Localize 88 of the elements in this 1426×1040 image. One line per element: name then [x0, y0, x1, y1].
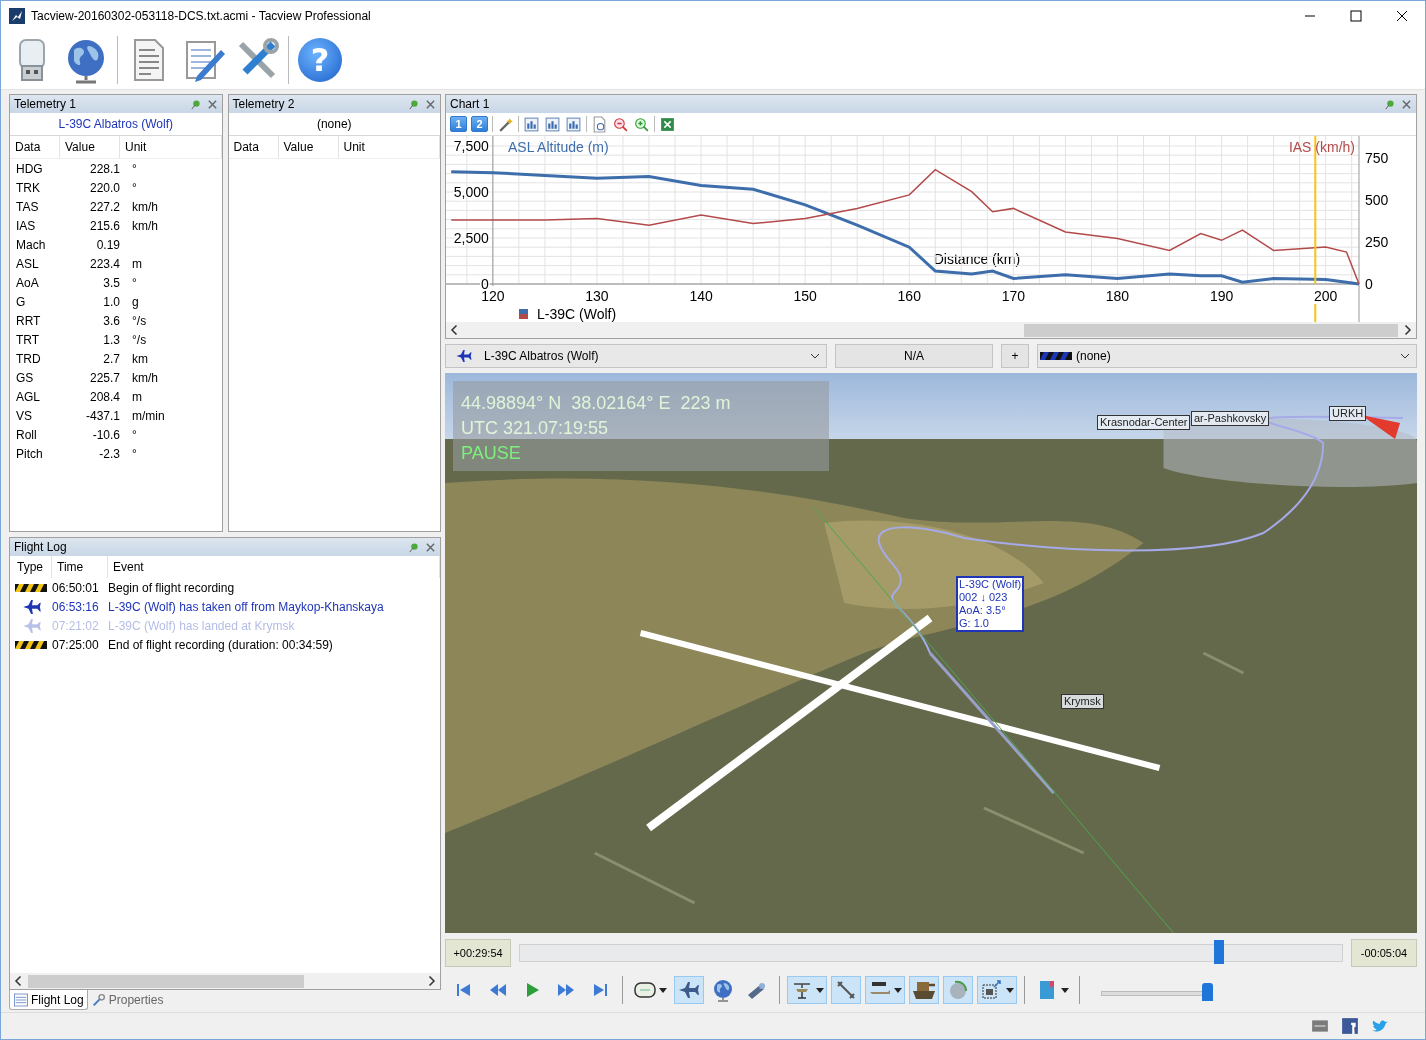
remaining-time: -00:05:04	[1351, 939, 1417, 967]
table-cell-text: °	[131, 275, 138, 290]
table-cell-text: 3.6	[102, 313, 120, 328]
panel-title: Flight Log	[14, 540, 68, 554]
table-cell-text: m/min	[131, 408, 166, 423]
table-cell-text: 220.0	[88, 180, 120, 195]
table-cell-text: km/h	[131, 218, 159, 233]
elapsed-time: +00:29:54	[445, 939, 511, 967]
y-tick-label: 0	[1365, 276, 1373, 292]
table-cell-text: Pitch	[15, 446, 44, 461]
table-cell-text: °/s	[131, 332, 148, 347]
table-cell-text: 225.7	[88, 370, 120, 385]
playback-status: PAUSE	[461, 442, 522, 465]
log-time: 06:53:16	[52, 599, 100, 614]
x-tick-label: 160	[897, 288, 921, 304]
table-cell-text: ASL	[15, 256, 40, 271]
y-tick-label: 7,500	[453, 138, 489, 154]
table-cell-text: g	[131, 294, 140, 309]
table-cell-text: km/h	[131, 370, 159, 385]
table-cell-text: -2.3	[98, 446, 120, 461]
table-cell-text: TRK	[15, 180, 41, 195]
table-cell-text: 1.3	[102, 332, 120, 347]
label-line: AoA: 3.5°	[959, 604, 1007, 617]
table-cell-text: m	[131, 256, 143, 271]
panel-title: Telemetry 1	[14, 97, 78, 111]
info-text: 44.98894° N 38.02164° E 223 m	[461, 392, 732, 415]
y-tick-label: 5,000	[453, 184, 489, 200]
axis-title: IAS (km/h)	[1288, 139, 1355, 155]
table-cell-text: RRT	[15, 313, 42, 328]
table-cell-text: °	[131, 161, 138, 176]
panel-title: Telemetry 2	[232, 97, 296, 111]
table-cell-text: km/h	[131, 199, 159, 214]
log-event: End of flight recording (duration: 00:34:59)	[108, 637, 334, 652]
table-cell-text: 1.0	[102, 294, 120, 309]
table-cell-text: AGL	[15, 389, 41, 404]
table-cell-text: 2.7	[102, 351, 120, 366]
table-cell-text: °	[131, 446, 138, 461]
x-tick-label: 140	[689, 288, 713, 304]
table-cell-text: m	[131, 389, 143, 404]
x-tick-label: 150	[793, 288, 817, 304]
x-tick-label: 190	[1209, 288, 1234, 304]
table-cell-text: °	[131, 180, 138, 195]
table-cell-text: °	[131, 427, 138, 442]
table-cell-text: 227.2	[88, 199, 120, 214]
x-tick-label: 200	[1314, 288, 1338, 304]
window-title: Tacview-20160302-053118-DCS.txt.acmi - Tacview Professional	[31, 9, 372, 23]
log-event: L-39C (Wolf) has landed at Krymsk	[108, 618, 296, 633]
y-tick-label: 250	[1365, 234, 1389, 250]
y-tick-label: 750	[1365, 149, 1389, 166]
table-cell-text: 208.4	[88, 389, 120, 404]
y-tick-label: 2,500	[453, 230, 489, 246]
table-cell-text: 215.6	[88, 218, 120, 233]
table-cell-text: TAS	[15, 199, 40, 214]
x-tick-label: 130	[585, 288, 609, 304]
table-cell-text: Roll	[15, 427, 38, 442]
panel-title: Chart 1	[450, 97, 491, 111]
table-cell-text: AoA	[15, 275, 40, 290]
log-time: 06:50:01	[52, 580, 100, 595]
info-text: UTC 321.07:19:55	[461, 417, 610, 440]
table-cell-text: G	[15, 294, 27, 309]
table-cell-text: IAS	[15, 218, 37, 233]
table-cell-text: 223.4	[88, 256, 120, 271]
label-line: 002 ↓ 023	[959, 591, 1009, 604]
table-cell-text: Mach	[15, 237, 47, 252]
x-axis-title: Distance (km)	[933, 251, 1021, 267]
table-cell-text: VS	[15, 408, 33, 423]
axis-title: ASL Altitude (m)	[508, 139, 609, 155]
table-cell-text: HDG	[15, 161, 44, 176]
y-tick-label: 500	[1365, 191, 1389, 208]
log-time: 07:21:02	[52, 618, 100, 633]
log-time: 07:25:00	[52, 637, 100, 652]
x-tick-label: 170	[1001, 288, 1026, 304]
table-cell-text: km	[131, 351, 149, 366]
table-cell-text: TRD	[15, 351, 42, 366]
table-cell-text: °/s	[131, 313, 148, 328]
table-cell-text: TRT	[15, 332, 41, 347]
table-cell-text: GS	[15, 370, 35, 385]
log-event: Begin of flight recording	[108, 580, 236, 595]
table-cell-text: 0.19	[95, 237, 120, 252]
table-cell-text: 3.5	[102, 275, 120, 290]
table-cell-text: -437.1	[84, 408, 120, 423]
label-line: L-39C (Wolf)	[959, 578, 1022, 591]
log-event: L-39C (Wolf) has taken off from Maykop-Khanskaya	[108, 599, 385, 614]
legend-label: L-39C (Wolf)	[537, 306, 617, 322]
table-cell-text: -10.6	[91, 427, 120, 442]
label-line: G: 1.0	[959, 617, 990, 630]
x-tick-label: 180	[1105, 288, 1130, 304]
table-cell-text: 228.1	[88, 161, 120, 176]
